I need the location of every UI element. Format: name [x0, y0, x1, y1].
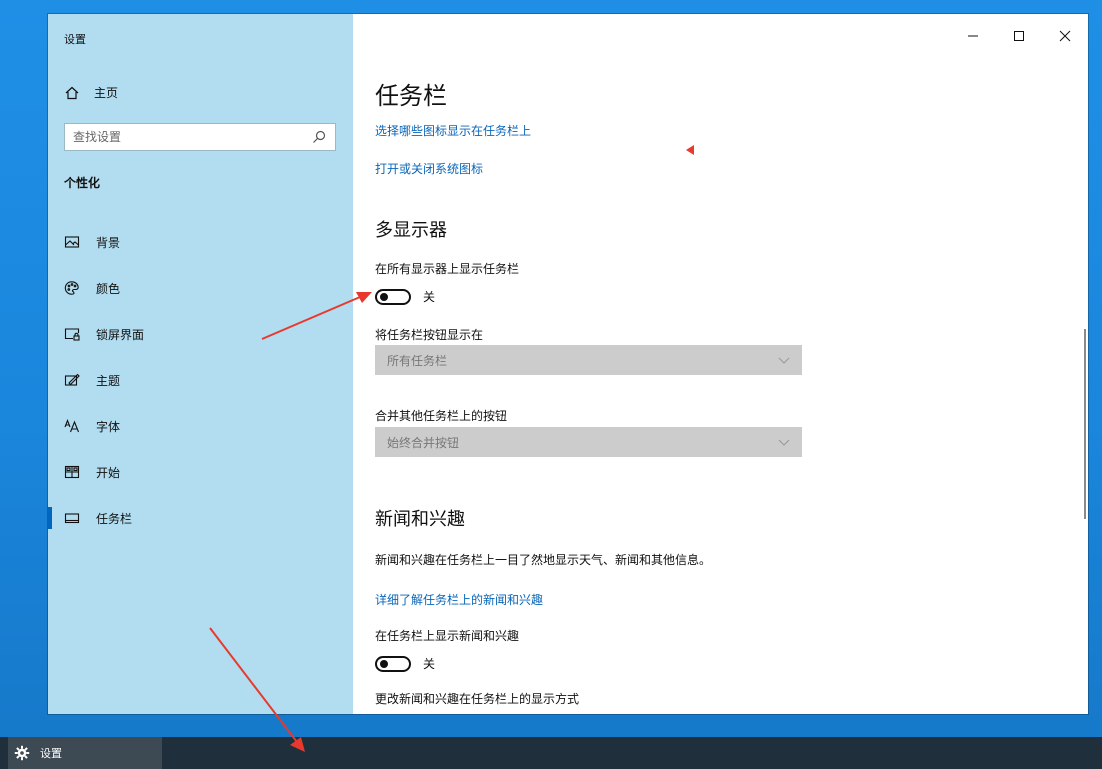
start-icon	[64, 464, 80, 480]
sidebar-item-label: 任务栏	[96, 511, 133, 526]
close-button[interactable]	[1042, 22, 1088, 50]
news-heading: 新闻和兴趣	[375, 509, 465, 530]
toggle-track	[375, 655, 411, 672]
system-icons-link[interactable]: 打开或关闭系统图标	[375, 160, 483, 177]
home-label: 主页	[94, 86, 119, 100]
sidebar-item-label: 锁屏界面	[96, 327, 145, 342]
news-learn-more-link[interactable]: 详细了解任务栏上的新闻和兴趣	[375, 591, 543, 608]
maximize-icon	[1014, 31, 1024, 41]
sidebar-item-label: 主题	[96, 373, 121, 388]
buttons-on-dropdown[interactable]: 所有任务栏	[375, 345, 802, 375]
buttons-on-label: 将任务栏按钮显示在	[375, 328, 484, 342]
sidebar-item-themes[interactable]: 主题	[48, 357, 353, 403]
combine-buttons-dropdown[interactable]: 始终合并按钮	[375, 427, 802, 457]
combine-buttons-value: 始终合并按钮	[387, 435, 460, 450]
sidebar-item-label: 开始	[96, 465, 121, 480]
combine-buttons-label: 合并其他任务栏上的按钮	[375, 409, 508, 423]
font-icon	[64, 418, 80, 434]
settings-window: 设置 主页 个性化	[48, 14, 1088, 714]
show-news-label: 在任务栏上显示新闻和兴趣	[375, 629, 520, 643]
buttons-on-value: 所有任务栏	[387, 353, 448, 368]
minimize-icon	[968, 35, 978, 37]
toggle-knob	[380, 659, 388, 668]
show-all-displays-toggle[interactable]: 关	[375, 288, 435, 305]
search-icon[interactable]	[311, 129, 327, 145]
image-icon	[64, 234, 80, 250]
chevron-down-icon	[778, 439, 790, 446]
sidebar-item-label: 背景	[96, 235, 121, 250]
choose-icons-link[interactable]: 选择哪些图标显示在任务栏上	[375, 122, 531, 139]
show-all-displays-label: 在所有显示器上显示任务栏	[375, 262, 520, 276]
window-controls	[950, 22, 1088, 50]
toggle-knob	[380, 292, 388, 301]
sidebar-item-lockscreen[interactable]: 锁屏界面	[48, 311, 353, 357]
toggle-state: 关	[423, 657, 436, 671]
taskbar-app-label: 设置	[40, 747, 62, 760]
palette-icon	[64, 280, 80, 296]
sidebar-item-label: 字体	[96, 419, 121, 434]
desktop: 设置 主页 个性化	[0, 0, 1102, 769]
scrollbar[interactable]	[1084, 329, 1086, 519]
minimize-button[interactable]	[950, 22, 996, 50]
sidebar: 设置 主页 个性化	[48, 14, 353, 714]
multi-display-heading: 多显示器	[375, 220, 447, 241]
toggle-track	[375, 288, 411, 305]
change-news-display-label: 更改新闻和兴趣在任务栏上的显示方式	[375, 692, 580, 706]
search-input[interactable]	[73, 130, 293, 144]
search-box[interactable]	[64, 123, 336, 151]
page-title: 任务栏	[375, 82, 447, 110]
taskbar: 设置	[0, 737, 1102, 769]
section-personalization: 个性化	[64, 176, 101, 190]
home-nav[interactable]: 主页	[64, 84, 118, 101]
toggle-state: 关	[423, 290, 436, 304]
sidebar-item-background[interactable]: 背景	[48, 219, 353, 265]
home-icon	[64, 85, 80, 101]
maximize-button[interactable]	[996, 22, 1042, 50]
news-description: 新闻和兴趣在任务栏上一目了然地显示天气、新闻和其他信息。	[375, 553, 712, 567]
sidebar-item-colors[interactable]: 颜色	[48, 265, 353, 311]
sidebar-item-label: 颜色	[96, 281, 121, 296]
chevron-down-icon	[778, 357, 790, 364]
sidebar-nav: 背景 颜色 锁屏界面 主题 字体 开始 任务栏	[48, 219, 353, 541]
sidebar-item-start[interactable]: 开始	[48, 449, 353, 495]
close-icon	[1059, 30, 1071, 42]
app-title: 设置	[64, 33, 86, 46]
taskbar-settings-app[interactable]: 设置	[8, 737, 162, 769]
taskbar-icon	[64, 510, 80, 526]
theme-icon	[64, 372, 80, 388]
content-pane: 任务栏 选择哪些图标显示在任务栏上 打开或关闭系统图标 多显示器 在所有显示器上…	[353, 14, 1088, 714]
gear-icon	[14, 745, 30, 761]
show-news-toggle[interactable]: 关	[375, 655, 435, 672]
sidebar-item-fonts[interactable]: 字体	[48, 403, 353, 449]
lockscreen-icon	[64, 326, 80, 342]
sidebar-item-taskbar[interactable]: 任务栏	[48, 495, 353, 541]
